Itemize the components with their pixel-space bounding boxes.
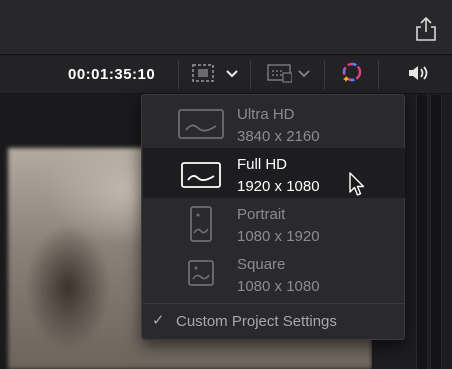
audio-button[interactable] (404, 61, 432, 89)
safe-area-button[interactable] (186, 61, 242, 89)
resolution-menu: Ultra HD 3840 x 2160 Full HD 1920 x 1080… (141, 94, 405, 340)
landscape-frame-icon (178, 109, 224, 144)
menu-divider (143, 303, 405, 304)
portrait-frame-icon (190, 206, 212, 247)
viewer-toolbar: 00:01:35:10 (0, 56, 452, 94)
menu-item-label: Custom Project Settings (176, 313, 337, 330)
square-frame-icon (188, 260, 214, 291)
display-mode-icon (266, 62, 293, 89)
display-mode-button[interactable] (260, 61, 316, 89)
menu-item-subtitle: 1080 x 1920 (237, 228, 320, 245)
menu-item-subtitle: 1920 x 1080 (237, 178, 320, 195)
menu-item-ultra-hd[interactable]: Ultra HD 3840 x 2160 (143, 98, 405, 148)
menu-item-title: Full HD (237, 156, 288, 173)
menu-item-title: Square (237, 256, 286, 273)
menu-item-square[interactable]: Square 1080 x 1080 (143, 248, 405, 298)
color-wheel-icon (338, 60, 364, 91)
menu-item-portrait[interactable]: Portrait 1080 x 1920 (143, 198, 405, 248)
audio-meter (430, 95, 442, 369)
mouse-cursor-icon (348, 172, 366, 198)
menu-item-custom-project-settings[interactable]: ✓ Custom Project Settings (143, 307, 405, 337)
menu-item-subtitle: 3840 x 2160 (237, 128, 320, 145)
color-button[interactable] (334, 61, 368, 89)
toolbar-divider (378, 60, 379, 90)
chevron-down-icon (226, 66, 238, 84)
share-icon[interactable] (412, 15, 440, 43)
top-bar (0, 0, 452, 55)
audio-meter (416, 95, 428, 369)
timecode-display: 00:01:35:10 (68, 66, 156, 83)
speaker-icon (406, 63, 430, 88)
safe-area-icon (190, 62, 216, 89)
toolbar-divider (324, 60, 325, 90)
toolbar-divider (250, 60, 251, 90)
chevron-down-icon (298, 66, 310, 84)
menu-item-title: Portrait (237, 206, 286, 223)
menu-item-title: Ultra HD (237, 106, 295, 123)
landscape-frame-icon (181, 162, 221, 193)
menu-item-subtitle: 1080 x 1080 (237, 278, 320, 295)
checkmark-icon: ✓ (152, 312, 165, 329)
toolbar-divider (178, 60, 179, 90)
